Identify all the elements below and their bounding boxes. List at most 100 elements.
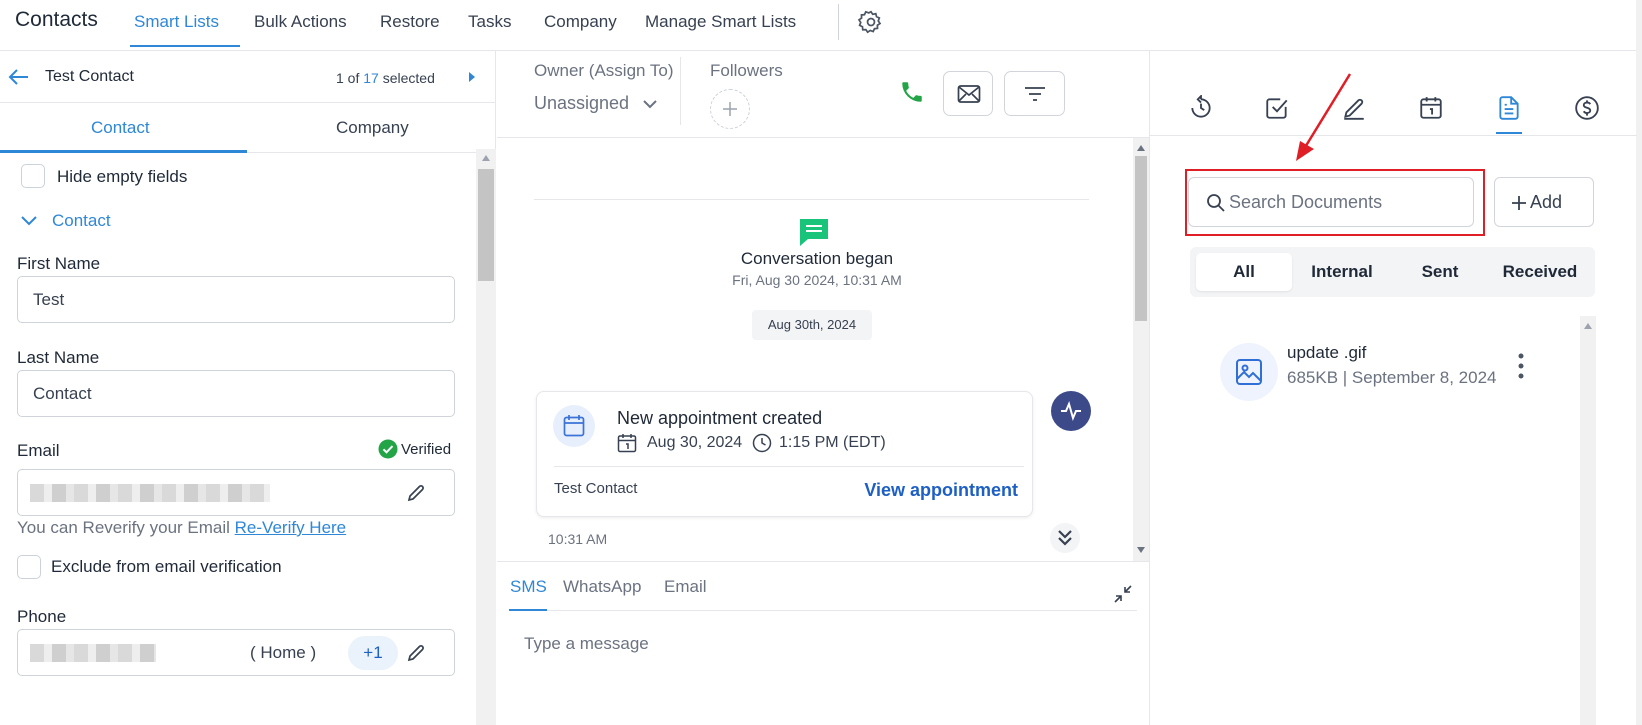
email-label: Email <box>17 441 60 460</box>
scroll-to-bottom-icon[interactable] <box>1050 523 1080 553</box>
nav-bulk-actions[interactable]: Bulk Actions <box>254 12 347 32</box>
appointment-title: New appointment created <box>617 408 823 428</box>
phone-type: ( Home ) <box>250 643 317 662</box>
last-name-label: Last Name <box>17 348 100 367</box>
documents-scrollbar[interactable] <box>1580 316 1596 725</box>
image-file-icon <box>1220 343 1278 401</box>
annotation-arrow <box>1270 71 1360 161</box>
panel-icon-tabs <box>1150 51 1637 136</box>
section-title-contact[interactable]: Contact <box>52 211 111 231</box>
top-navigation: Contacts Smart Lists Bulk Actions Restor… <box>0 0 1636 51</box>
document-meta: 685KB | September 8, 2024 <box>1287 368 1497 387</box>
thread-top-divider <box>534 199 1089 200</box>
owner-dropdown[interactable]: Unassigned <box>534 93 658 114</box>
edit-pencil-icon[interactable] <box>406 643 426 663</box>
add-follower-button[interactable] <box>710 89 750 129</box>
scrollbar-thumb[interactable] <box>1135 156 1147 321</box>
first-name-field[interactable]: Test <box>17 276 455 323</box>
appointment-contact: Test Contact <box>554 480 638 497</box>
last-name-field[interactable]: Contact <box>17 370 455 417</box>
filter-all[interactable]: All <box>1196 253 1292 291</box>
scrollbar-thumb[interactable] <box>478 169 494 281</box>
first-name-value: Test <box>33 290 65 309</box>
settings-gear-icon[interactable] <box>858 9 884 35</box>
verified-badge: Verified <box>401 441 452 458</box>
chevron-down-icon <box>643 100 657 109</box>
documents-panel: Search Documents Add All Internal Sent R… <box>1149 51 1637 725</box>
edit-pencil-icon[interactable] <box>406 483 426 503</box>
clock-icon <box>752 433 772 453</box>
conversation-began-title: Conversation began <box>740 249 894 268</box>
document-name: update .gif <box>1287 343 1367 362</box>
filter-lines-icon <box>1025 87 1045 101</box>
phone-label: Phone <box>17 607 67 626</box>
document-item[interactable]: update .gif 685KB | September 8, 2024 <box>1220 343 1560 403</box>
highlight-box <box>1185 169 1485 236</box>
appointment-time: 1:15 PM (EDT) <box>779 434 886 451</box>
nav-manage-smart-lists[interactable]: Manage Smart Lists <box>645 12 796 32</box>
activity-pulse-icon[interactable] <box>1051 391 1091 431</box>
nav-tasks[interactable]: Tasks <box>468 12 511 32</box>
page-title: Contacts <box>15 8 98 31</box>
verified-check-icon <box>378 439 398 459</box>
message-composer: SMS WhatsApp Email Type a message <box>497 561 1149 725</box>
document-filter-tabs: All Internal Sent Received <box>1190 247 1595 297</box>
activity-history-icon[interactable] <box>1188 95 1214 121</box>
channel-tab-sms[interactable]: SMS <box>510 577 547 597</box>
message-input[interactable]: Type a message <box>524 634 649 654</box>
view-appointment-link[interactable]: View appointment <box>864 480 1018 501</box>
collapse-icon[interactable] <box>1113 584 1133 604</box>
filter-button[interactable] <box>1004 71 1065 116</box>
hide-empty-label: Hide empty fields <box>57 167 188 186</box>
reverify-link[interactable]: Re-Verify Here <box>235 518 346 537</box>
back-arrow-icon[interactable] <box>8 68 30 86</box>
last-message-time: 10:31 AM <box>548 531 608 547</box>
contact-details-panel: Test Contact 1 of 17 selected Contact Co… <box>0 51 496 725</box>
exclude-verification-checkbox[interactable] <box>17 555 41 579</box>
channel-tab-whatsapp[interactable]: WhatsApp <box>563 577 641 597</box>
filter-sent[interactable]: Sent <box>1392 253 1488 291</box>
active-icon-indicator <box>1496 132 1522 134</box>
conversation-scrollbar[interactable] <box>1133 138 1149 561</box>
email-field[interactable] <box>17 469 455 516</box>
selection-total[interactable]: 17 <box>363 70 379 86</box>
active-tab-indicator <box>0 150 247 153</box>
nav-restore[interactable]: Restore <box>380 12 440 32</box>
additional-phones-badge[interactable]: +1 <box>348 636 398 670</box>
nav-smart-lists[interactable]: Smart Lists <box>134 12 219 32</box>
conversation-thread: Conversation began Fri, Aug 30 2024, 10:… <box>497 138 1132 561</box>
active-nav-indicator <box>130 45 240 47</box>
active-channel-indicator <box>509 609 547 611</box>
filter-received[interactable]: Received <box>1490 253 1590 291</box>
card-divider <box>554 466 1024 467</box>
channel-tab-email[interactable]: Email <box>664 577 707 597</box>
more-options-icon[interactable] <box>1518 353 1524 379</box>
add-document-label: Add <box>1530 192 1563 212</box>
first-name-label: First Name <box>17 254 101 273</box>
chat-bubble-icon <box>798 217 830 247</box>
selection-index: 1 of <box>336 70 360 86</box>
add-document-button[interactable]: Add <box>1494 177 1594 227</box>
reverify-message: You can Reverify your Email <box>17 518 230 537</box>
next-contact-icon[interactable] <box>467 71 477 83</box>
header-divider <box>680 57 681 125</box>
owner-value: Unassigned <box>534 93 630 113</box>
selection-count: 1 of 17 selected <box>336 70 435 86</box>
tab-company[interactable]: Company <box>336 118 409 138</box>
contact-panel-scrollbar[interactable] <box>476 149 496 725</box>
appointment-date: Aug 30, 2024 <box>647 434 743 451</box>
chevron-down-icon[interactable] <box>20 215 38 227</box>
hide-empty-checkbox[interactable] <box>21 164 45 188</box>
payments-dollar-icon[interactable] <box>1574 95 1600 121</box>
tab-contact[interactable]: Contact <box>91 118 150 138</box>
appointments-calendar-icon[interactable] <box>1418 95 1444 121</box>
plus-icon <box>1512 196 1526 210</box>
calendar-icon <box>553 405 595 447</box>
nav-divider <box>838 4 839 40</box>
filter-internal[interactable]: Internal <box>1294 253 1390 291</box>
nav-company[interactable]: Company <box>544 12 617 32</box>
phone-field[interactable]: ( Home ) +1 <box>17 629 455 676</box>
phone-call-icon[interactable] <box>899 79 925 105</box>
email-button[interactable] <box>943 71 993 116</box>
documents-file-icon[interactable] <box>1496 95 1522 121</box>
